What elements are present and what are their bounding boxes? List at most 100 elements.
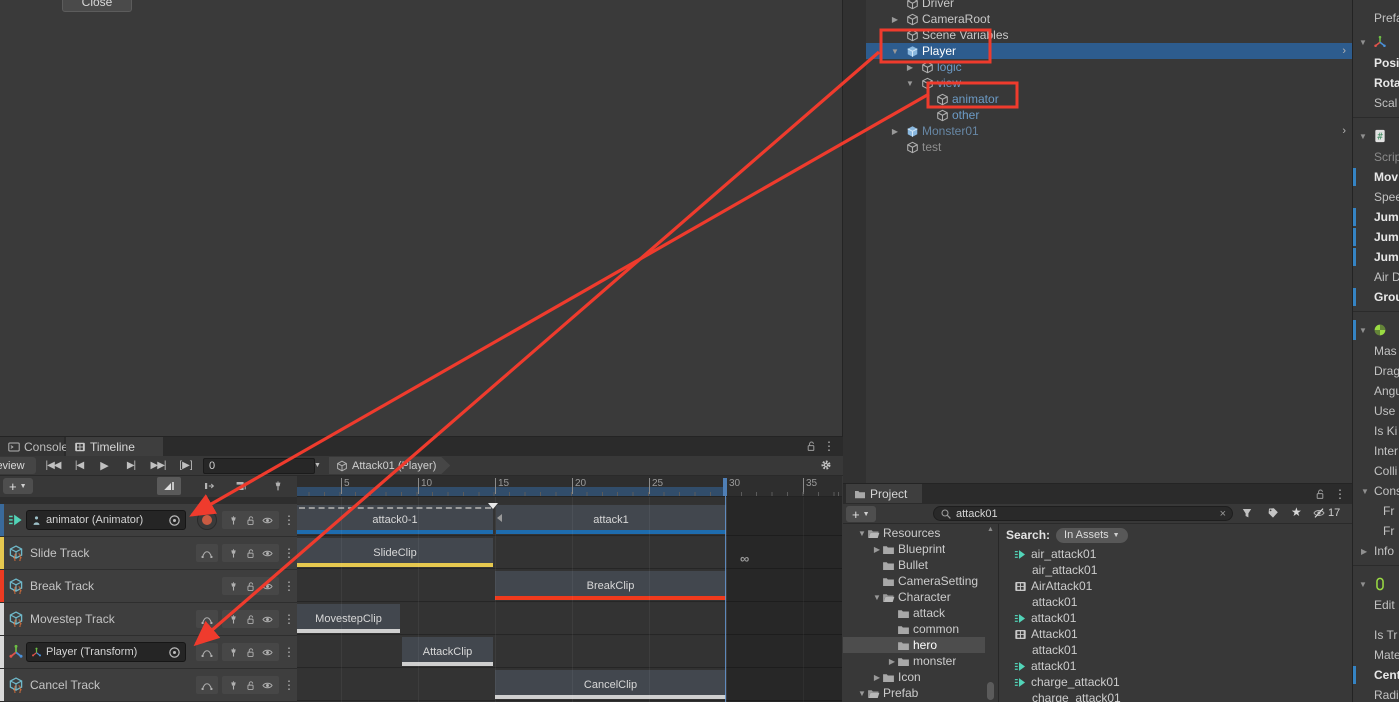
foldout-right-icon[interactable]: ▶ (872, 673, 882, 682)
curves-toggle-button[interactable] (196, 544, 218, 562)
preview-toggle[interactable]: Preview (0, 457, 36, 474)
timeline-end-marker[interactable] (723, 478, 727, 496)
scroll-up-arrow-icon[interactable]: ▲ (986, 526, 995, 533)
tab-project[interactable]: Project (846, 484, 922, 503)
previous-frame-button[interactable]: |◀ (68, 457, 90, 474)
foldout-down-icon[interactable]: ▼ (1359, 38, 1369, 47)
foldout-right-icon[interactable]: ▶ (905, 63, 915, 72)
hierarchy-item-logic[interactable]: ▶logic (866, 59, 1352, 75)
timeline-kebab-icon[interactable]: ⋮ (823, 440, 835, 452)
foldout-down-icon[interactable]: ▼ (872, 593, 882, 602)
hierarchy-item-view[interactable]: ▼view (866, 75, 1352, 91)
track-kebab-icon[interactable]: ⋮ (283, 514, 295, 526)
add-track-button[interactable]: +▼ (3, 478, 33, 494)
scrollbar-thumb[interactable] (987, 682, 994, 700)
object-picker-target-icon[interactable] (168, 514, 181, 527)
search-result-airattack01[interactable]: AirAttack01 (1000, 578, 1352, 594)
foldout-down-icon[interactable]: ▼ (905, 79, 915, 88)
track-kebab-icon[interactable]: ⋮ (283, 613, 295, 625)
pin-icon[interactable] (228, 548, 239, 559)
object-picker-target-icon[interactable] (168, 646, 181, 659)
folder-item-monster[interactable]: ▶monster (843, 653, 985, 669)
search-result-air_attack01[interactable]: air_attack01 (1000, 546, 1352, 562)
track-header-player-transform-[interactable]: Player (Transform)⋮ (0, 636, 297, 668)
frame-number-field[interactable]: 0 (203, 458, 315, 474)
pin-icon[interactable] (228, 647, 239, 658)
foldout-down-icon[interactable]: ▼ (1361, 487, 1369, 496)
track-binding-field[interactable]: animator (Animator) (26, 510, 186, 530)
search-result-attack01[interactable]: Attack01 (1000, 626, 1352, 642)
pin-icon[interactable] (228, 680, 239, 691)
lock-icon[interactable] (245, 680, 256, 691)
folder-item-bullet[interactable]: Bullet (843, 557, 985, 573)
hierarchy-item-other[interactable]: other (866, 107, 1352, 123)
component-header-script[interactable]: ▼# (1353, 125, 1399, 147)
skip-to-start-button[interactable]: |◀◀ (40, 457, 66, 474)
clear-search-icon[interactable]: × (1220, 508, 1226, 520)
favorites-star-icon[interactable]: ★ (1291, 505, 1302, 519)
foldout-right-icon[interactable]: ▶ (887, 657, 897, 666)
hierarchy-item-animator[interactable]: animator (866, 91, 1352, 107)
track-header-animator-animator-[interactable]: animator (Animator) ⋮ (0, 504, 297, 536)
hierarchy-item-test[interactable]: test (866, 139, 1352, 155)
track-kebab-icon[interactable]: ⋮ (283, 679, 295, 691)
folder-item-prefab[interactable]: ▼Prefab (843, 685, 985, 701)
search-result-attack01[interactable]: attack01 (1000, 642, 1352, 658)
hierarchy-item-monster01[interactable]: ▶Monster01› (866, 123, 1352, 139)
mute-eye-icon[interactable] (262, 614, 273, 625)
foldout-right-icon[interactable]: ▶ (890, 127, 900, 136)
inspector-field-cons[interactable]: ▼Cons (1353, 481, 1399, 501)
timeline-breadcrumb[interactable]: Attack01 (Player) (329, 457, 450, 474)
frame-dropdown-caret[interactable]: ▼ (310, 457, 324, 474)
hierarchy-item-player[interactable]: ▼Player› (866, 43, 1352, 59)
search-result-charge_attack01[interactable]: charge_attack01 (1000, 674, 1352, 690)
hierarchy-item-cameraroot[interactable]: ▶CameraRoot (866, 11, 1352, 27)
foldout-right-icon[interactable]: ▶ (1361, 547, 1367, 556)
foldout-right-icon[interactable]: ▶ (890, 15, 900, 24)
mix-mode-button[interactable] (157, 477, 181, 495)
mute-eye-icon[interactable] (262, 515, 273, 526)
pin-icon[interactable] (228, 515, 239, 526)
search-result-attack01[interactable]: attack01 (1000, 658, 1352, 674)
prefab-open-chevron-icon[interactable]: › (1342, 45, 1346, 57)
lock-icon[interactable] (245, 515, 256, 526)
search-by-type-icon[interactable] (1241, 507, 1253, 519)
foldout-down-icon[interactable]: ▼ (890, 47, 900, 56)
folder-item-character[interactable]: ▼Character (843, 589, 985, 605)
foldout-down-icon[interactable]: ▼ (1359, 326, 1369, 335)
replace-mode-button[interactable] (229, 477, 253, 495)
lock-icon[interactable] (245, 581, 256, 592)
folder-item-common[interactable]: common (843, 621, 985, 637)
mute-eye-icon[interactable] (262, 581, 273, 592)
tab-timeline[interactable]: Timeline (66, 437, 163, 456)
play-button[interactable]: ▶ (94, 457, 114, 474)
track-header-cancel-track[interactable]: {}Cancel Track⋮ (0, 669, 297, 701)
track-header-movestep-track[interactable]: {}Movestep Track⋮ (0, 603, 297, 635)
project-kebab-icon[interactable]: ⋮ (1334, 488, 1346, 500)
track-kebab-icon[interactable]: ⋮ (283, 547, 295, 559)
lock-icon[interactable] (245, 647, 256, 658)
next-frame-button[interactable]: ▶| (120, 457, 142, 474)
search-by-label-icon[interactable] (1267, 507, 1279, 519)
track-binding-field[interactable]: Player (Transform) (26, 642, 186, 662)
search-result-attack01[interactable]: attack01 (1000, 594, 1352, 610)
hierarchy-item-driver[interactable]: Driver (866, 0, 1352, 11)
project-search-field[interactable]: attack01 × (933, 506, 1233, 521)
lock-icon[interactable] (245, 614, 256, 625)
mute-eye-icon[interactable] (262, 548, 273, 559)
play-range-button[interactable]: [▶] (174, 457, 198, 474)
pin-icon[interactable] (228, 614, 239, 625)
prefab-open-chevron-icon[interactable]: › (1342, 125, 1346, 137)
add-asset-button[interactable]: +▼ (846, 506, 876, 522)
clip-cancelclip[interactable]: CancelClip (495, 670, 726, 699)
foldout-right-icon[interactable]: ▶ (872, 545, 882, 554)
clip-attack1[interactable]: attack1 (496, 505, 726, 534)
track-kebab-icon[interactable]: ⋮ (283, 580, 295, 592)
hidden-count-eye-icon[interactable] (1313, 507, 1325, 519)
folder-item-blueprint[interactable]: ▶Blueprint (843, 541, 985, 557)
curves-toggle-button[interactable] (196, 643, 218, 661)
tree-scrollbar[interactable]: ▲ (986, 526, 995, 700)
search-scope-chip[interactable]: In Assets▼ (1056, 528, 1128, 543)
curves-toggle-button[interactable] (196, 676, 218, 694)
lock-icon[interactable] (245, 548, 256, 559)
